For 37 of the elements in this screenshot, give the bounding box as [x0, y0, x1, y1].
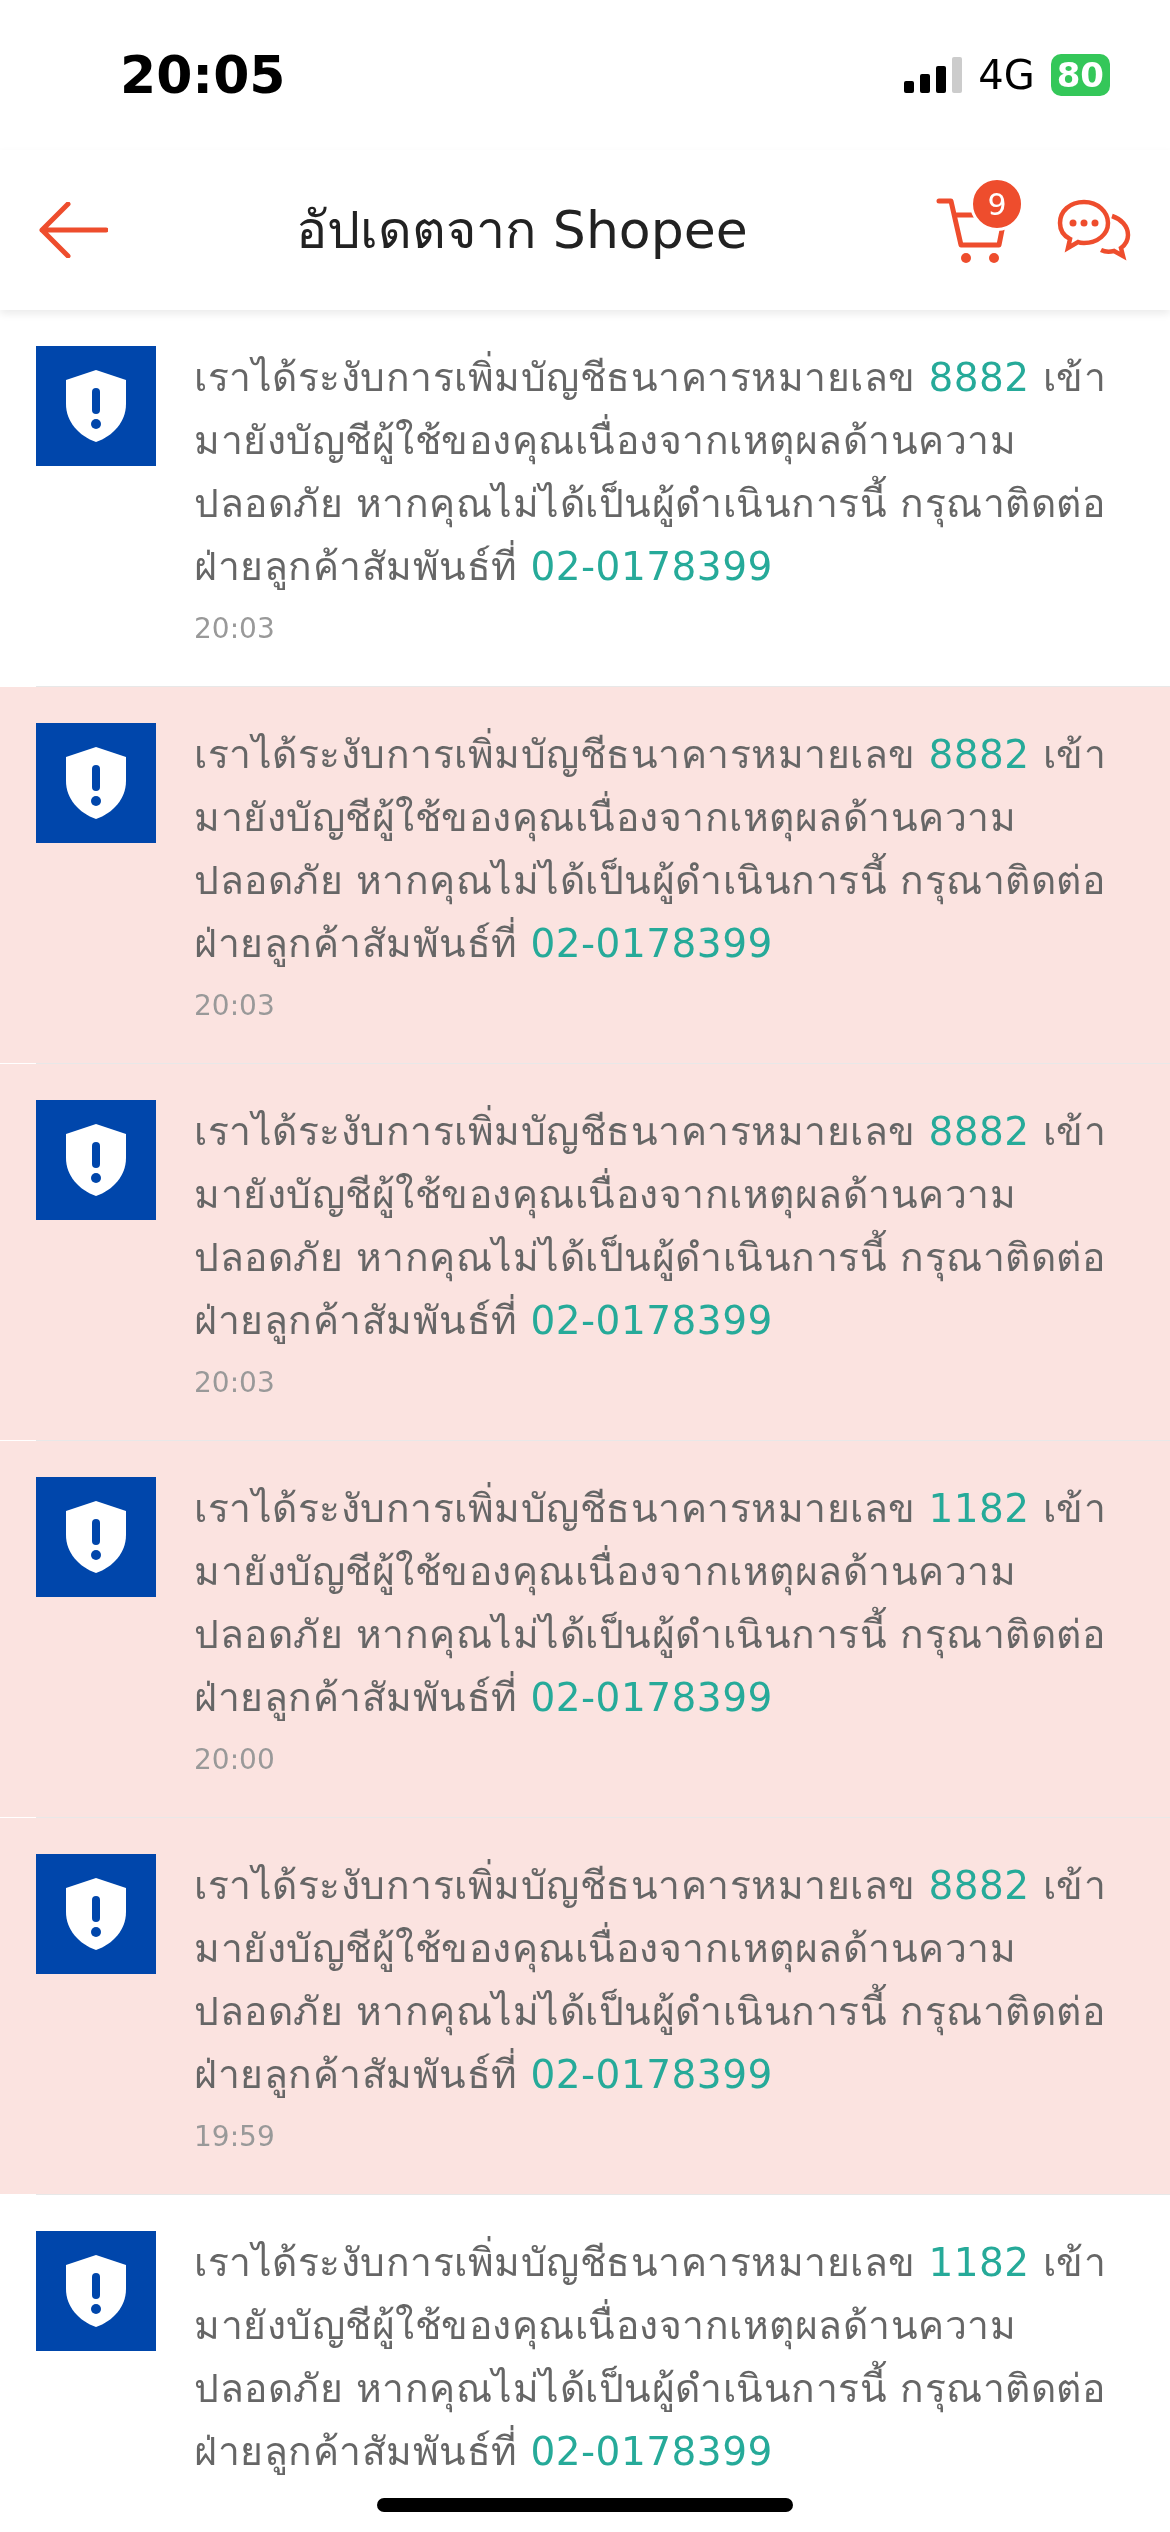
signal-icon: [904, 57, 963, 93]
shield-alert-icon: [64, 2253, 128, 2329]
shield-alert-icon: [64, 368, 128, 444]
notification-item[interactable]: เราได้ระงับการเพิ่มบัญชีธนาคารหมายเลข 8882 เข้ามายังบัญชีผู้ใช้ของคุณเนื่องจากเหตุผลด้านความปลอดภัย หากคุณไม่ได้เป็นผู้ดำเนินการนี้ กรุณาติดต่อฝ่ายลูกค้าสัมพันธ์ที่ 02-0178399 20:03: [0, 310, 1170, 686]
notification-time: 20:03: [194, 611, 276, 647]
notification-item[interactable]: เราได้ระงับการเพิ่มบัญชีธนาคารหมายเลข 1182 เข้ามายังบัญชีผู้ใช้ของคุณเนื่องจากเหตุผลด้านความปลอดภัย หากคุณไม่ได้เป็นผู้ดำเนินการนี้ กรุณาติดต่อฝ่ายลูกค้าสัมพันธ์ที่ 02-0178399: [0, 2195, 1170, 2519]
chat-icon[interactable]: [1056, 198, 1132, 262]
battery-level: 80: [1050, 54, 1110, 96]
phone-link[interactable]: 02-0178399: [530, 1675, 773, 1720]
shield-alert-icon: [64, 1499, 128, 1575]
notification-item[interactable]: เราได้ระงับการเพิ่มบัญชีธนาคารหมายเลข 8882 เข้ามายังบัญชีผู้ใช้ของคุณเนื่องจากเหตุผลด้านความปลอดภัย หากคุณไม่ได้เป็นผู้ดำเนินการนี้ กรุณาติดต่อฝ่ายลูกค้าสัมพันธ์ที่ 02-0178399 19:59: [0, 1818, 1170, 2194]
notification-message: เราได้ระงับการเพิ่มบัญชีธนาคารหมายเลข 1182 เข้ามายังบัญชีผู้ใช้ของคุณเนื่องจากเหตุผลด้านความปลอดภัย หากคุณไม่ได้เป็นผู้ดำเนินการนี้ กรุณาติดต่อฝ่ายลูกค้าสัมพันธ์ที่ 02-0178399: [194, 1477, 1130, 1729]
notification-item[interactable]: เราได้ระงับการเพิ่มบัญชีธนาคารหมายเลข 8882 เข้ามายังบัญชีผู้ใช้ของคุณเนื่องจากเหตุผลด้านความปลอดภัย หากคุณไม่ได้เป็นผู้ดำเนินการนี้ กรุณาติดต่อฝ่ายลูกค้าสัมพันธ์ที่ 02-0178399 20:03: [0, 1064, 1170, 1440]
shield-alert-icon: [64, 1876, 128, 1952]
back-arrow-icon[interactable]: [38, 202, 108, 258]
phone-link[interactable]: 02-0178399: [530, 1298, 773, 1343]
notification-item[interactable]: เราได้ระงับการเพิ่มบัญชีธนาคารหมายเลข 8882 เข้ามายังบัญชีผู้ใช้ของคุณเนื่องจากเหตุผลด้านความปลอดภัย หากคุณไม่ได้เป็นผู้ดำเนินการนี้ กรุณาติดต่อฝ่ายลูกค้าสัมพันธ์ที่ 02-0178399 20:03: [0, 687, 1170, 1063]
notification-message: เราได้ระงับการเพิ่มบัญชีธนาคารหมายเลข 8882 เข้ามายังบัญชีผู้ใช้ของคุณเนื่องจากเหตุผลด้านความปลอดภัย หากคุณไม่ได้เป็นผู้ดำเนินการนี้ กรุณาติดต่อฝ่ายลูกค้าสัมพันธ์ที่ 02-0178399: [194, 346, 1130, 598]
notification-time: 20:03: [194, 1365, 276, 1401]
notification-message: เราได้ระงับการเพิ่มบัญชีธนาคารหมายเลข 8882 เข้ามายังบัญชีผู้ใช้ของคุณเนื่องจากเหตุผลด้านความปลอดภัย หากคุณไม่ได้เป็นผู้ดำเนินการนี้ กรุณาติดต่อฝ่ายลูกค้าสัมพันธ์ที่ 02-0178399: [194, 1854, 1130, 2106]
shield-alert-icon: [64, 1122, 128, 1198]
status-time: 20:05: [120, 44, 286, 107]
network-label: 4G: [978, 51, 1035, 100]
notification-message: เราได้ระงับการเพิ่มบัญชีธนาคารหมายเลข 1182 เข้ามายังบัญชีผู้ใช้ของคุณเนื่องจากเหตุผลด้านความปลอดภัย หากคุณไม่ได้เป็นผู้ดำเนินการนี้ กรุณาติดต่อฝ่ายลูกค้าสัมพันธ์ที่ 02-0178399: [194, 2231, 1130, 2483]
phone-link[interactable]: 02-0178399: [530, 2429, 773, 2474]
notification-message: เราได้ระงับการเพิ่มบัญชีธนาคารหมายเลข 8882 เข้ามายังบัญชีผู้ใช้ของคุณเนื่องจากเหตุผลด้านความปลอดภัย หากคุณไม่ได้เป็นผู้ดำเนินการนี้ กรุณาติดต่อฝ่ายลูกค้าสัมพันธ์ที่ 02-0178399: [194, 1100, 1130, 1352]
shield-alert-icon: [64, 745, 128, 821]
page-title: อัปเดตจาก Shopee: [296, 200, 748, 260]
phone-link[interactable]: 02-0178399: [530, 921, 773, 966]
phone-link[interactable]: 02-0178399: [530, 2052, 773, 2097]
notification-item[interactable]: เราได้ระงับการเพิ่มบัญชีธนาคารหมายเลข 1182 เข้ามายังบัญชีผู้ใช้ของคุณเนื่องจากเหตุผลด้านความปลอดภัย หากคุณไม่ได้เป็นผู้ดำเนินการนี้ กรุณาติดต่อฝ่ายลูกค้าสัมพันธ์ที่ 02-0178399 20:00: [0, 1441, 1170, 1817]
notification-time: 20:03: [194, 988, 276, 1024]
notification-time: 19:59: [194, 2119, 276, 2155]
phone-link[interactable]: 02-0178399: [530, 544, 773, 589]
cart-count-badge: 9: [970, 177, 1024, 231]
notification-time: 20:00: [194, 1742, 276, 1778]
notification-message: เราได้ระงับการเพิ่มบัญชีธนาคารหมายเลข 8882 เข้ามายังบัญชีผู้ใช้ของคุณเนื่องจากเหตุผลด้านความปลอดภัย หากคุณไม่ได้เป็นผู้ดำเนินการนี้ กรุณาติดต่อฝ่ายลูกค้าสัมพันธ์ที่ 02-0178399: [194, 723, 1130, 975]
